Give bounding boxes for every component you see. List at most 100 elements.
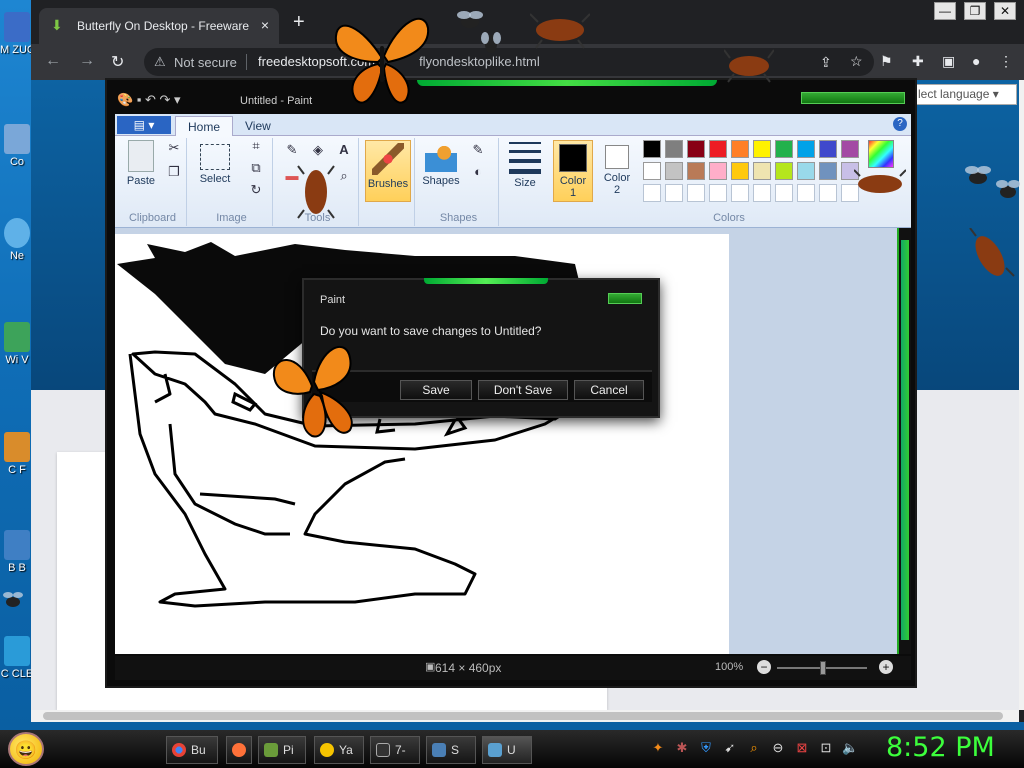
dont-save-button[interactable]: Don't Save (478, 380, 568, 400)
canvas-vertical-scrollbar[interactable] (897, 228, 911, 654)
desktop-icon[interactable]: B B (0, 530, 34, 574)
palette-swatch[interactable] (665, 140, 683, 158)
paste-button[interactable]: Paste (123, 140, 159, 187)
outline-icon[interactable]: ✎ (469, 142, 487, 158)
palette-swatch[interactable] (687, 140, 705, 158)
cockroach-tray-icon[interactable]: ✱ (674, 740, 690, 756)
fill-bucket-icon[interactable]: ◈ (309, 142, 327, 158)
palette-swatch[interactable] (731, 140, 749, 158)
taskbar-item-yahoo[interactable]: Ya (314, 736, 364, 764)
help-icon[interactable]: ? (893, 117, 907, 131)
tab-home[interactable]: Home (175, 116, 234, 136)
palette-swatch[interactable] (797, 184, 815, 202)
browser-tab[interactable]: ⬇ Butterfly On Desktop - Freeware × (39, 8, 279, 44)
dialog-close-button[interactable] (608, 293, 642, 304)
close-tab-icon[interactable]: × (261, 17, 269, 33)
palette-swatch[interactable] (775, 140, 793, 158)
shapes-button[interactable]: Shapes (421, 140, 461, 187)
reload-icon[interactable]: ↻ (111, 52, 124, 72)
side-panel-icon[interactable]: ▣ (942, 53, 955, 70)
palette-swatch[interactable] (753, 162, 771, 180)
palette-swatch[interactable] (687, 184, 705, 202)
palette-swatch[interactable] (731, 162, 749, 180)
desktop-icon[interactable]: C CLE (0, 636, 34, 680)
zoom-in-icon[interactable]: + (879, 660, 893, 674)
share-icon[interactable]: ⇪ (820, 54, 832, 71)
start-button[interactable]: 😀 (8, 732, 44, 766)
language-select[interactable]: lect language ▾ (913, 84, 1017, 105)
palette-swatch[interactable] (665, 184, 683, 202)
back-arrow-icon[interactable]: ← (45, 52, 61, 70)
palette-swatch[interactable] (709, 184, 727, 202)
crop-icon[interactable]: ⌗ (247, 138, 265, 154)
palette-swatch[interactable] (841, 140, 859, 158)
palette-swatch[interactable] (753, 140, 771, 158)
extension-flag-icon[interactable]: ⚑ (880, 53, 893, 70)
volume-icon[interactable]: 🔈 (842, 740, 858, 756)
magnifier-icon[interactable]: ⌕ (335, 168, 353, 184)
clock[interactable]: 8:52 PM (886, 732, 995, 763)
color1-button[interactable]: Color 1 (553, 140, 593, 202)
bookmark-star-icon[interactable]: ☆ (850, 53, 863, 70)
pencil-icon[interactable]: ✎ (283, 142, 301, 158)
security-indicator[interactable]: Not secure (174, 55, 237, 70)
file-menu-button[interactable]: ▤ ▾ (117, 116, 171, 134)
taskbar-item-s[interactable]: S (426, 736, 476, 764)
brushes-button[interactable]: Brushes (365, 140, 411, 202)
palette-swatch[interactable] (797, 140, 815, 158)
taskbar-item-chrome[interactable]: Bu (166, 736, 218, 764)
zoom-slider-knob[interactable] (820, 661, 826, 675)
profile-avatar-icon[interactable]: ● (972, 53, 980, 69)
text-tool-icon[interactable]: A (335, 142, 353, 158)
palette-swatch[interactable] (775, 184, 793, 202)
desktop-icon[interactable]: Ne (0, 218, 34, 262)
forward-arrow-icon[interactable]: → (79, 52, 95, 70)
restore-button[interactable]: ❐ (964, 2, 986, 20)
quick-access-toolbar[interactable]: 🎨 ▪ ↶ ↷ ▾ (117, 92, 181, 108)
arrow-tray-icon[interactable]: ➹ (722, 740, 738, 756)
color2-button[interactable]: Color 2 (597, 140, 637, 202)
rotate-icon[interactable]: ↻ (247, 182, 265, 198)
tab-view[interactable]: View (233, 116, 283, 136)
palette-swatch[interactable] (665, 162, 683, 180)
palette-swatch[interactable] (819, 162, 837, 180)
desktop-icon[interactable]: C F (0, 432, 34, 476)
save-button[interactable]: Save (400, 380, 472, 400)
palette-swatch[interactable] (753, 184, 771, 202)
palette-swatch[interactable] (709, 162, 727, 180)
desktop-icon[interactable]: Wi V (0, 322, 34, 366)
palette-swatch[interactable] (643, 140, 661, 158)
size-button[interactable]: Size (507, 142, 543, 189)
palette-swatch[interactable] (731, 184, 749, 202)
palette-swatch[interactable] (819, 140, 837, 158)
zoom-out-icon[interactable]: − (757, 660, 771, 674)
resize-icon[interactable]: ⧉ (247, 160, 265, 176)
copy-icon[interactable]: ❐ (165, 164, 183, 180)
close-window-button[interactable]: ✕ (994, 2, 1016, 20)
minus-tray-icon[interactable]: ⊖ (770, 740, 786, 756)
taskbar-item-firefox[interactable] (226, 736, 252, 764)
desktop-icon[interactable]: M ZUC (0, 12, 34, 56)
palette-swatch[interactable] (687, 162, 705, 180)
palette-swatch[interactable] (819, 184, 837, 202)
scrollbar-thumb[interactable] (43, 712, 1003, 720)
butterfly-tray-icon[interactable]: ✦ (650, 740, 666, 756)
fill-icon[interactable]: ◐ (469, 164, 487, 180)
search-tray-icon[interactable]: ⌕ (746, 740, 762, 756)
network-tray-icon[interactable]: ⊠ (794, 740, 810, 756)
palette-swatch[interactable] (709, 140, 727, 158)
new-tab-button[interactable]: + (293, 12, 305, 32)
cut-icon[interactable]: ✂ (165, 140, 183, 156)
cancel-button[interactable]: Cancel (574, 380, 644, 400)
palette-swatch[interactable] (643, 162, 661, 180)
desktop-icon[interactable]: Co (0, 124, 34, 168)
palette-swatch[interactable] (797, 162, 815, 180)
scrollbar-thumb[interactable] (901, 240, 909, 640)
taskbar-item-paint[interactable]: U (482, 736, 532, 764)
shield-tray-icon[interactable]: ⛨ (698, 740, 714, 756)
minimize-button[interactable]: — (934, 2, 956, 20)
horizontal-scrollbar[interactable] (31, 710, 1019, 722)
extensions-puzzle-icon[interactable]: ✚ (912, 53, 924, 70)
menu-kebab-icon[interactable]: ⋮ (999, 53, 1013, 70)
palette-swatch[interactable] (775, 162, 793, 180)
